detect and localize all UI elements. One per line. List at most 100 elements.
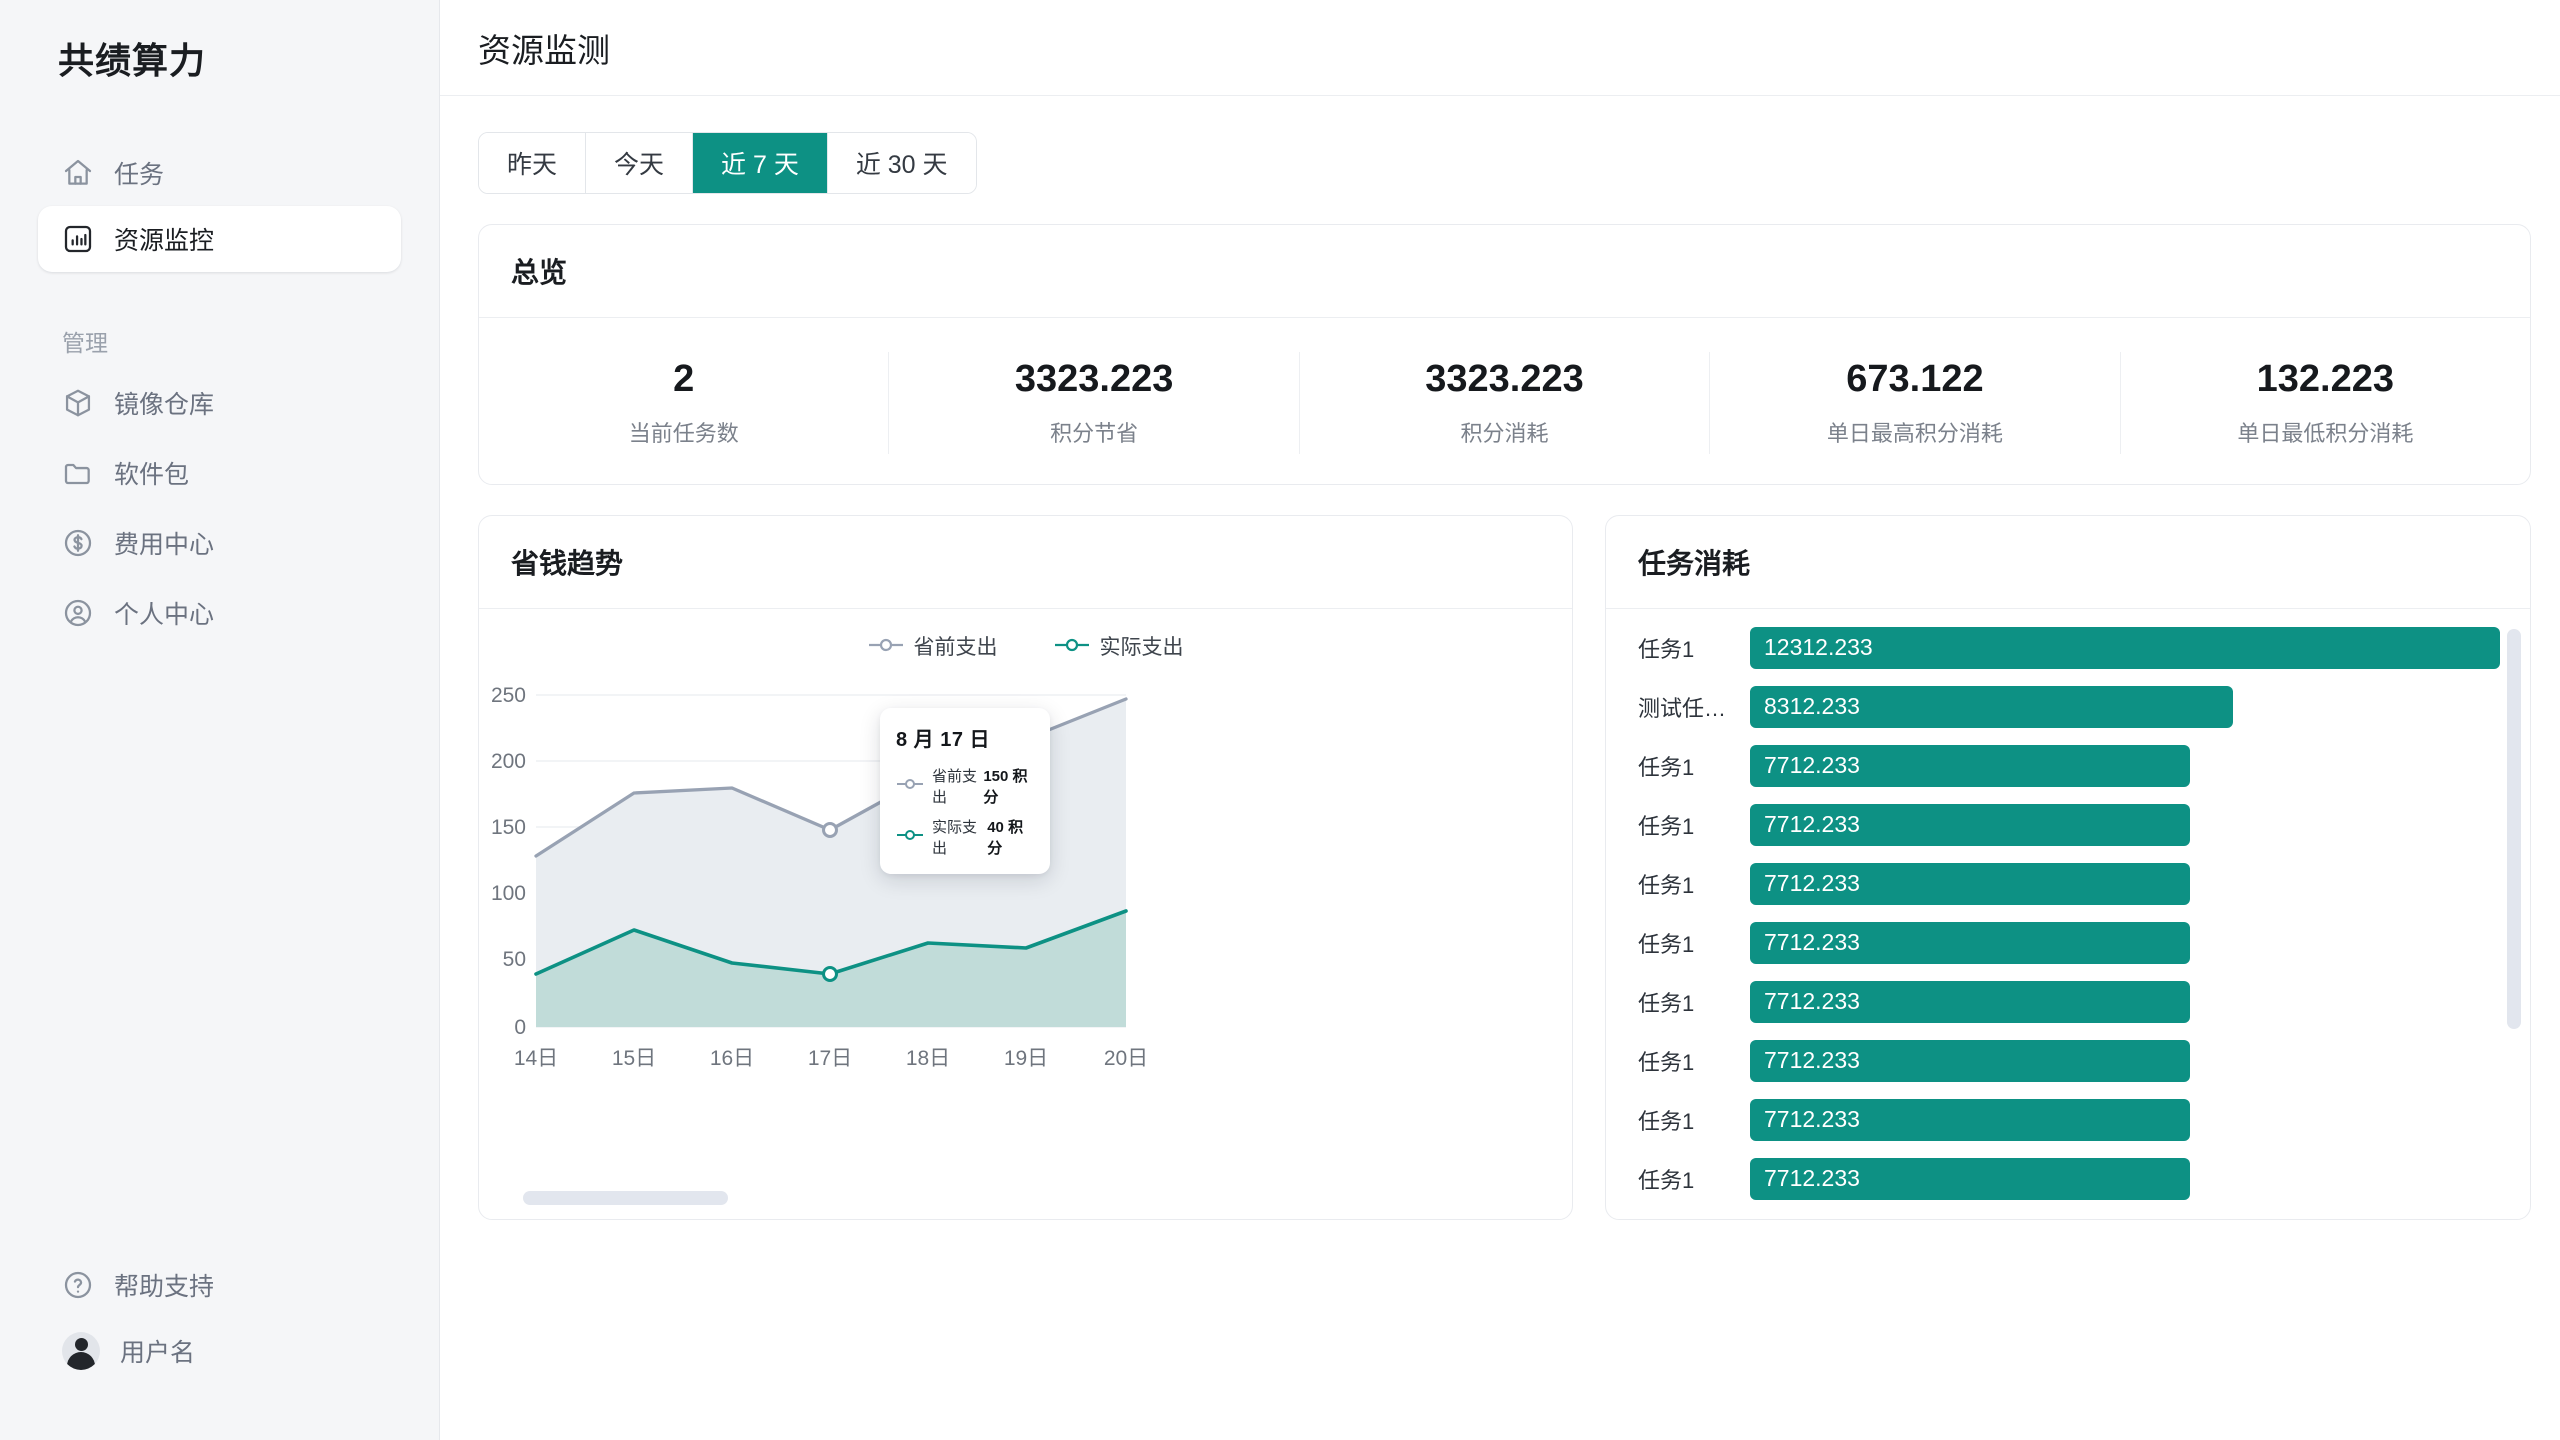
savings-trend-body: 省前支出 实际支出 250 200 150 100 50 0 14日 15日 1…	[479, 609, 1572, 1219]
tooltip-label: 实际支出	[932, 818, 978, 857]
brand-title: 共绩算力	[58, 40, 207, 81]
avatar-body	[67, 1352, 95, 1370]
svg-text:18日: 18日	[906, 1047, 950, 1070]
sidebar-item-tasks[interactable]: 任务	[38, 140, 401, 206]
savings-trend-title: 省钱趋势	[479, 516, 1572, 609]
task-row-bar: 7712.233	[1750, 1039, 2190, 1082]
tooltip-value: 40 积分	[987, 818, 1024, 857]
overview-stats: 2 当前任务数 3323.223 积分节省 3323.223 积分消耗 673.…	[479, 318, 2530, 484]
stat-points-saved: 3323.223 积分节省	[889, 352, 1300, 454]
task-row-value: 7712.233	[1764, 870, 1860, 897]
svg-text:100: 100	[491, 882, 526, 905]
tooltip-row-actual: 实际支出 40 积分	[896, 816, 1034, 858]
task-row-gap	[1606, 846, 2530, 863]
stat-label: 单日最低积分消耗	[2237, 420, 2414, 446]
task-row-name: 任务1	[1638, 813, 1695, 839]
task-row-value: 12312.233	[1764, 634, 1873, 661]
task-row-bar: 7712.233	[1750, 1098, 2190, 1141]
stat-label: 积分节省	[1050, 420, 1139, 446]
task-row-value: 7712.233	[1764, 988, 1860, 1015]
task-row[interactable]: 任务1 7712.233	[1606, 803, 2530, 846]
task-row[interactable]: 任务1 12312.233	[1606, 626, 2530, 669]
sidebar-item-packages[interactable]: 软件包	[38, 438, 401, 508]
page-title: 资源监测	[478, 31, 610, 69]
svg-text:15日: 15日	[612, 1047, 656, 1070]
stat-points-consumed: 3323.223 积分消耗	[1300, 352, 1711, 454]
savings-trend-chart: 250 200 150 100 50 0 14日 15日 16日 17日 18日…	[491, 684, 1148, 1070]
task-list-scrollbar-thumb[interactable]	[2507, 628, 2521, 1029]
app-root: 共绩算力 任务 资源监控 管理 镜像仓库 软件包 费用中心 个人中心 帮助支持 …	[0, 0, 2560, 1440]
task-row[interactable]: 任务1 7712.233	[1606, 862, 2530, 905]
task-row-gap	[1606, 1141, 2530, 1158]
task-row-value: 7712.233	[1764, 1106, 1860, 1133]
tab-today[interactable]: 今天	[586, 133, 694, 193]
sidebar-item-label: 软件包	[114, 461, 190, 489]
point-before-17[interactable]	[822, 821, 838, 838]
stat-value: 673.122	[1846, 358, 1984, 400]
sidebar-item-profile[interactable]: 个人中心	[38, 578, 401, 648]
svg-text:14日: 14日	[514, 1047, 558, 1070]
task-row-bar: 12312.233	[1750, 626, 2500, 669]
svg-text:200: 200	[491, 750, 526, 773]
task-row-bar: 7712.233	[1750, 1157, 2190, 1200]
task-row[interactable]: 任务1 7712.233	[1606, 744, 2530, 787]
task-row-value: 7712.233	[1764, 811, 1860, 838]
chart-horizontal-scrollbar[interactable]	[503, 1190, 1503, 1205]
dollar-circle-icon	[62, 527, 94, 559]
task-row-bar: 8312.233	[1750, 685, 2233, 728]
chart-scrollbar-thumb[interactable]	[523, 1190, 728, 1205]
task-row-name: 任务1	[1638, 1108, 1695, 1134]
sidebar-nav-primary: 任务 资源监控	[0, 140, 439, 272]
page-header: 资源监测	[440, 0, 2560, 96]
stat-value: 3323.223	[1014, 358, 1174, 400]
sidebar-item-help[interactable]: 帮助支持	[38, 1252, 402, 1318]
avatar-head	[74, 1338, 88, 1351]
tab-last-7-days[interactable]: 近 7 天	[693, 133, 828, 193]
task-row-gap	[1606, 669, 2530, 686]
task-list: 任务112312.233测试任务任...8312.233任务17712.233任…	[1606, 626, 2530, 1200]
chart-bar-icon	[62, 223, 94, 255]
task-row-gap	[1606, 905, 2530, 922]
sidebar-item-label: 用户名	[120, 1339, 196, 1367]
sidebar-nav-management: 镜像仓库 软件包 费用中心 个人中心	[0, 368, 439, 648]
task-row-name: 任务1	[1638, 872, 1695, 898]
svg-text:16日: 16日	[710, 1047, 754, 1070]
page-content: 昨天 今天 近 7 天 近 30 天 总览 2 当前任务数 3323.223 积…	[440, 96, 2560, 1440]
task-row-name: 任务1	[1638, 1049, 1695, 1075]
task-row[interactable]: 测试任务任... 8312.233	[1606, 685, 2530, 728]
overview-card: 总览 2 当前任务数 3323.223 积分节省 3323.223 积分消耗 6…	[478, 224, 2531, 485]
svg-text:250: 250	[491, 684, 526, 707]
sidebar-item-user[interactable]: 用户名	[38, 1318, 402, 1384]
task-row-bar: 7712.233	[1750, 862, 2190, 905]
point-actual-17[interactable]	[822, 965, 838, 982]
task-row[interactable]: 任务1 7712.233	[1606, 980, 2530, 1023]
task-row[interactable]: 任务1 7712.233	[1606, 1039, 2530, 1082]
overview-title: 总览	[479, 225, 2530, 318]
sidebar-item-label: 个人中心	[114, 601, 215, 629]
tooltip-value: 150 积分	[983, 767, 1028, 806]
task-list-scrollbar[interactable]	[2507, 628, 2521, 1199]
cube-icon	[62, 387, 94, 419]
chart-y-axis: 250 200 150 100 50 0	[491, 684, 526, 1039]
sidebar-item-label: 任务	[114, 161, 165, 189]
task-row-bar: 7712.233	[1750, 803, 2190, 846]
sidebar-item-billing[interactable]: 费用中心	[38, 508, 401, 578]
tooltip-row-before: 省前支出 150 积分	[896, 765, 1034, 807]
task-row-value: 7712.233	[1764, 1165, 1860, 1192]
stat-daily-min: 132.223 单日最低积分消耗	[2121, 352, 2530, 454]
stat-label: 积分消耗	[1460, 420, 1549, 446]
avatar	[62, 1332, 100, 1370]
sidebar-item-image-registry[interactable]: 镜像仓库	[38, 368, 401, 438]
tooltip-marker-icon	[896, 828, 924, 845]
task-row-name: 任务1	[1638, 754, 1695, 780]
task-row[interactable]: 任务1 7712.233	[1606, 1157, 2530, 1200]
home-icon	[62, 157, 94, 189]
tab-yesterday[interactable]: 昨天	[479, 133, 587, 193]
tab-last-30-days[interactable]: 近 30 天	[827, 133, 976, 193]
stat-label: 单日最高积分消耗	[1826, 420, 2003, 446]
chart-tooltip: 8 月 17 日 省前支出 150 积分 实际支出 40 积分	[880, 707, 1050, 874]
task-row[interactable]: 任务1 7712.233	[1606, 1098, 2530, 1141]
task-row[interactable]: 任务1 7712.233	[1606, 921, 2530, 964]
task-row-gap	[1606, 728, 2530, 745]
sidebar-item-resource-monitor[interactable]: 资源监控	[38, 206, 401, 272]
